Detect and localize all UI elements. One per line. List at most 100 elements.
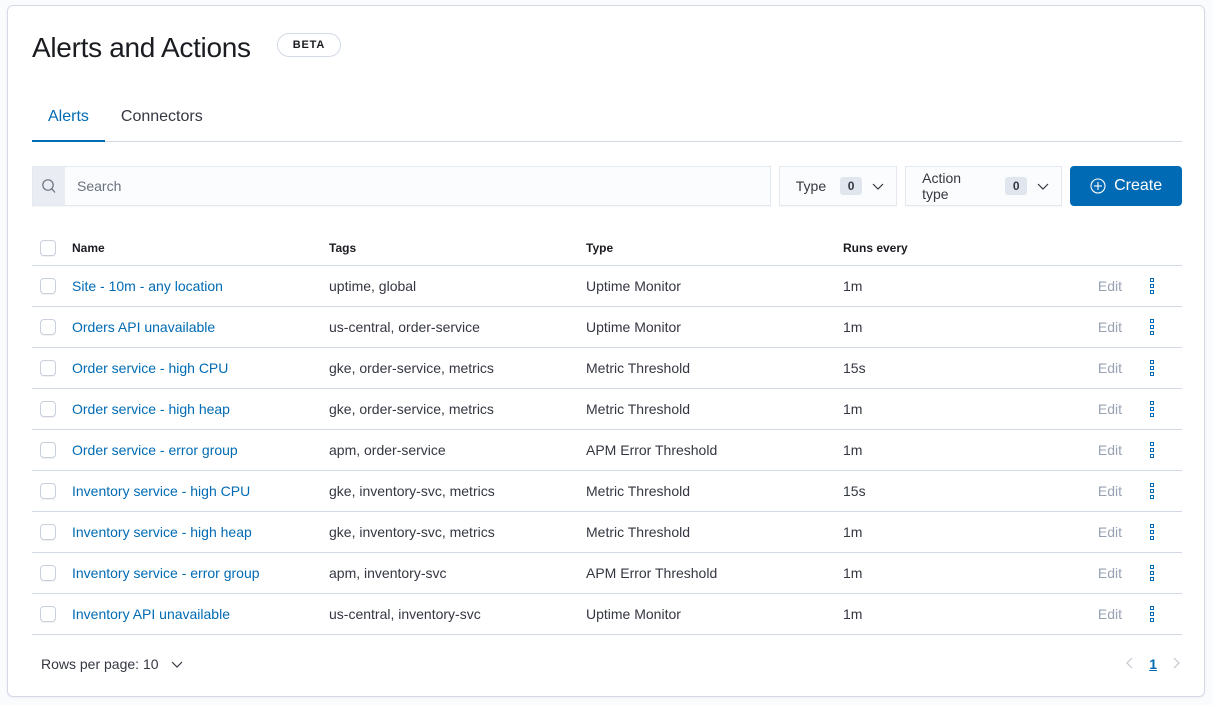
plus-circle-icon [1090, 178, 1106, 194]
alert-tags: gke, inventory-svc, metrics [329, 511, 586, 553]
page-header: Alerts and Actions BETA [32, 32, 342, 64]
alert-name-link[interactable]: Order service - error group [72, 442, 238, 458]
search-input[interactable] [65, 167, 770, 205]
alerts-table: Name Tags Type Runs every Site - 10m - a… [32, 232, 1182, 635]
alert-tags: us-central, order-service [329, 306, 586, 348]
alert-name-link[interactable]: Inventory service - error group [72, 565, 260, 581]
alert-type: Metric Threshold [586, 388, 843, 430]
alert-name-link[interactable]: Inventory service - high CPU [72, 483, 250, 499]
row-checkbox[interactable] [40, 482, 56, 499]
table-row: Inventory service - high CPU gke, invent… [32, 470, 1182, 512]
search-icon [33, 167, 65, 205]
table-row: Inventory API unavailable us-central, in… [32, 593, 1182, 635]
page-1-button[interactable]: 1 [1149, 656, 1157, 672]
alert-interval: 1m [843, 511, 1043, 553]
alert-interval: 1m [843, 388, 1043, 430]
alert-name-link[interactable]: Inventory API unavailable [72, 606, 230, 622]
more-actions-icon[interactable] [1150, 278, 1154, 295]
chevron-down-icon [1035, 178, 1051, 194]
column-header-type[interactable]: Type [586, 232, 843, 266]
edit-button[interactable]: Edit [1098, 319, 1122, 335]
alert-interval: 1m [843, 593, 1043, 635]
edit-button[interactable]: Edit [1098, 401, 1122, 417]
row-checkbox[interactable] [40, 564, 56, 581]
rows-per-page-label: Rows per page: 10 [41, 656, 159, 672]
tab-connectors[interactable]: Connectors [105, 100, 219, 142]
column-header-tags[interactable]: Tags [329, 232, 586, 266]
more-actions-icon[interactable] [1150, 360, 1154, 377]
type-filter-button[interactable]: Type 0 [778, 166, 898, 206]
table-row: Inventory service - high heap gke, inven… [32, 511, 1182, 553]
action-type-filter-label: Action type [922, 170, 962, 202]
next-page-icon[interactable] [1171, 656, 1181, 673]
table-footer: Rows per page: 10 1 [41, 652, 1181, 676]
type-filter-label: Type [795, 178, 827, 194]
alert-type: Uptime Monitor [586, 306, 843, 348]
more-actions-icon[interactable] [1150, 442, 1154, 459]
edit-button[interactable]: Edit [1098, 278, 1122, 294]
toolbar: Type 0 Action type 0 Create [32, 166, 1182, 206]
alert-name-link[interactable]: Inventory service - high heap [72, 524, 252, 540]
rows-per-page-button[interactable]: Rows per page: 10 [41, 656, 185, 672]
alert-tags: apm, order-service [329, 429, 586, 471]
table-row: Order service - high CPU gke, order-serv… [32, 347, 1182, 389]
more-actions-icon[interactable] [1150, 524, 1154, 541]
column-header-runs-every[interactable]: Runs every [843, 232, 1043, 266]
alert-type: APM Error Threshold [586, 552, 843, 594]
table-row: Orders API unavailable us-central, order… [32, 306, 1182, 348]
row-checkbox[interactable] [40, 318, 56, 335]
tab-alerts[interactable]: Alerts [32, 100, 105, 142]
table-row: Order service - high heap gke, order-ser… [32, 388, 1182, 430]
more-actions-icon[interactable] [1150, 319, 1154, 336]
tab-bar: Alerts Connectors [32, 100, 1182, 142]
more-actions-icon[interactable] [1150, 401, 1154, 418]
beta-badge: BETA [276, 33, 342, 57]
more-actions-icon[interactable] [1150, 565, 1154, 582]
create-button[interactable]: Create [1070, 166, 1182, 206]
edit-button[interactable]: Edit [1098, 442, 1122, 458]
alert-tags: apm, inventory-svc [329, 552, 586, 594]
edit-button[interactable]: Edit [1098, 483, 1122, 499]
search-field [32, 166, 771, 206]
alert-name-link[interactable]: Orders API unavailable [72, 319, 215, 335]
table-row: Inventory service - error group apm, inv… [32, 552, 1182, 594]
chevron-down-icon [169, 656, 185, 672]
alert-type: Metric Threshold [586, 470, 843, 512]
table-row: Site - 10m - any location uptime, global… [32, 265, 1182, 307]
alert-tags: us-central, inventory-svc [329, 593, 586, 635]
edit-button[interactable]: Edit [1098, 524, 1122, 540]
edit-button[interactable]: Edit [1098, 360, 1122, 376]
alert-name-link[interactable]: Order service - high heap [72, 401, 230, 417]
select-all-checkbox[interactable] [40, 240, 56, 257]
row-checkbox[interactable] [40, 359, 56, 376]
table-row: Order service - error group apm, order-s… [32, 429, 1182, 471]
alert-interval: 15s [843, 347, 1043, 389]
alert-tags: gke, inventory-svc, metrics [329, 470, 586, 512]
table-header-row: Name Tags Type Runs every [32, 232, 1182, 266]
alert-interval: 1m [843, 306, 1043, 348]
column-header-name[interactable]: Name [72, 232, 329, 266]
alert-tags: gke, order-service, metrics [329, 347, 586, 389]
action-type-filter-button[interactable]: Action type 0 [905, 166, 1063, 206]
alert-name-link[interactable]: Order service - high CPU [72, 360, 228, 376]
more-actions-icon[interactable] [1150, 483, 1154, 500]
alert-type: APM Error Threshold [586, 429, 843, 471]
row-checkbox[interactable] [40, 400, 56, 417]
alert-interval: 1m [843, 552, 1043, 594]
type-filter-count: 0 [840, 177, 863, 195]
chevron-down-icon [870, 178, 886, 194]
edit-button[interactable]: Edit [1098, 606, 1122, 622]
more-actions-icon[interactable] [1150, 606, 1154, 623]
row-checkbox[interactable] [40, 605, 56, 622]
alert-interval: 1m [843, 265, 1043, 307]
previous-page-icon[interactable] [1125, 656, 1135, 673]
row-checkbox[interactable] [40, 277, 56, 294]
alert-interval: 1m [843, 429, 1043, 471]
pagination: 1 [1125, 656, 1181, 673]
alert-name-link[interactable]: Site - 10m - any location [72, 278, 223, 294]
alert-type: Uptime Monitor [586, 593, 843, 635]
row-checkbox[interactable] [40, 441, 56, 458]
row-checkbox[interactable] [40, 523, 56, 540]
edit-button[interactable]: Edit [1098, 565, 1122, 581]
alert-type: Uptime Monitor [586, 265, 843, 307]
